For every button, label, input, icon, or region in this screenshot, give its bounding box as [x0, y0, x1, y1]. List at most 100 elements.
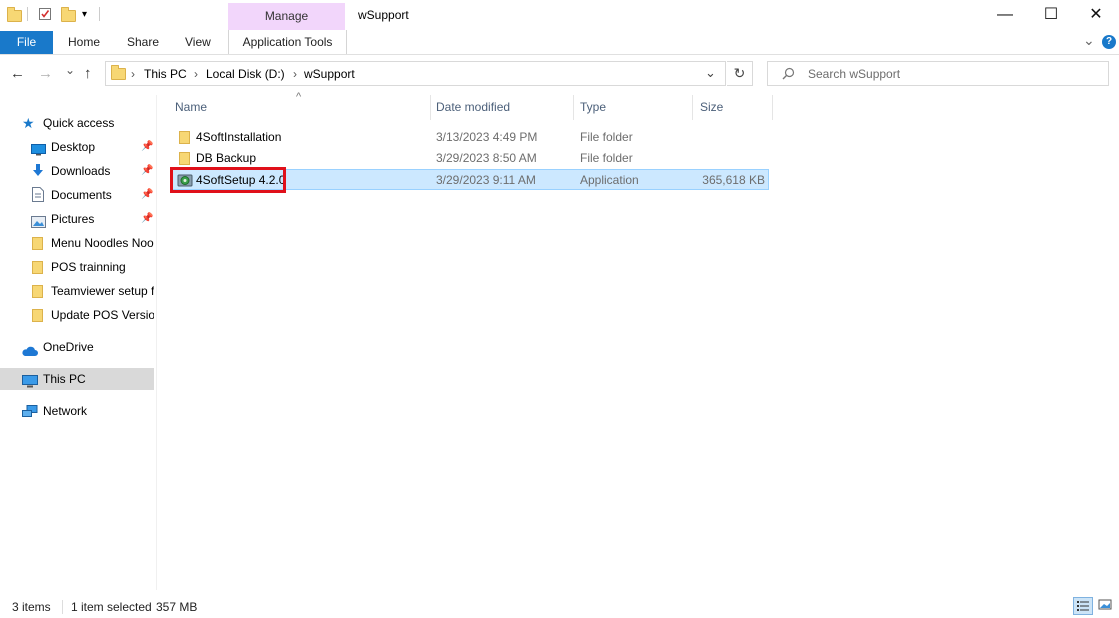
nav-network[interactable]: Network — [0, 400, 154, 422]
breadcrumb-separator: › — [194, 67, 198, 81]
tab-application-tools[interactable]: Application Tools — [228, 30, 347, 54]
nav-downloads[interactable]: Downloads 📌 — [0, 160, 154, 182]
folder-icon — [111, 65, 126, 80]
nav-pictures[interactable]: Pictures 📌 — [0, 208, 154, 230]
tab-file[interactable]: File — [0, 31, 53, 54]
column-header-name[interactable]: Name — [175, 100, 207, 114]
nav-folder-menu-noodles[interactable]: Menu Noodles Noo — [0, 232, 154, 254]
maximize-button[interactable]: ☐ — [1028, 0, 1074, 30]
status-selection-size: 357 MB — [156, 600, 198, 614]
column-header-size[interactable]: Size — [700, 100, 723, 114]
highlight-box — [170, 167, 286, 193]
nav-this-pc[interactable]: This PC — [0, 368, 154, 390]
desktop-icon — [31, 141, 46, 158]
details-view-icon — [1077, 601, 1089, 611]
recent-locations-button[interactable]: ⌄ — [65, 63, 75, 77]
nav-folder-pos-trainning[interactable]: POS trainning — [0, 256, 154, 278]
sort-ascending-icon: ^ — [296, 91, 302, 103]
file-type: Application — [580, 173, 639, 187]
breadcrumb-separator: › — [293, 67, 297, 81]
folder-icon — [179, 131, 190, 144]
expand-ribbon-icon[interactable]: ⌄ — [1083, 32, 1095, 49]
pin-icon[interactable]: 📌 — [141, 160, 153, 182]
computer-icon — [22, 373, 38, 390]
new-folder-icon[interactable] — [61, 7, 76, 22]
large-icons-view-button[interactable] — [1097, 597, 1117, 615]
star-icon: ★ — [22, 115, 35, 131]
search-box[interactable]: Search wSupport — [767, 61, 1109, 86]
file-name: 4SoftInstallation — [196, 130, 282, 144]
up-button[interactable]: ↑ — [84, 65, 92, 82]
nav-label: Documents — [51, 188, 112, 202]
documents-icon — [32, 187, 44, 206]
pin-icon[interactable]: 📌 — [141, 184, 153, 206]
tab-share[interactable]: Share — [127, 31, 159, 54]
address-bar[interactable]: › This PC › Local Disk (D:) › wSupport ⌄ — [105, 61, 726, 86]
back-button[interactable]: ← — [10, 65, 25, 82]
nav-label: Downloads — [51, 164, 111, 178]
folder-icon — [7, 7, 22, 22]
column-header-date[interactable]: Date modified — [436, 100, 510, 114]
cloud-icon — [21, 342, 38, 358]
nav-onedrive[interactable]: OneDrive — [0, 336, 154, 358]
status-item-count: 3 items — [12, 600, 51, 614]
nav-folder-update-pos-version[interactable]: Update POS Version — [0, 304, 154, 326]
file-date: 3/29/2023 8:50 AM — [436, 151, 537, 165]
properties-icon[interactable] — [38, 7, 52, 21]
refresh-button[interactable]: ↻ — [727, 61, 753, 86]
file-date: 3/13/2023 4:49 PM — [436, 130, 538, 144]
column-divider[interactable] — [772, 95, 773, 120]
file-type: File folder — [580, 151, 633, 165]
nav-quick-access[interactable]: ★ Quick access — [0, 112, 154, 134]
column-divider[interactable] — [430, 95, 431, 120]
nav-desktop[interactable]: Desktop 📌 — [0, 136, 154, 158]
customize-quick-access-icon[interactable]: ▾ — [82, 9, 87, 20]
forward-button[interactable]: → — [38, 65, 53, 82]
minimize-button[interactable]: — — [982, 0, 1028, 30]
network-icon — [22, 404, 38, 422]
folder-icon — [32, 261, 43, 274]
divider — [99, 7, 100, 21]
search-icon — [782, 67, 795, 83]
ribbon-divider — [0, 54, 1119, 55]
file-name: DB Backup — [196, 151, 257, 165]
nav-label: POS trainning — [51, 260, 126, 274]
downloads-icon — [31, 163, 45, 182]
help-icon[interactable]: ? — [1102, 35, 1116, 49]
details-view-button[interactable] — [1073, 597, 1093, 615]
close-button[interactable]: ✕ — [1073, 0, 1119, 30]
divider — [27, 7, 28, 21]
search-input[interactable]: Search wSupport — [808, 67, 900, 81]
nav-label: Teamviewer setup fo — [51, 284, 154, 298]
folder-icon — [179, 152, 190, 165]
breadcrumb-wsupport[interactable]: wSupport — [304, 67, 355, 81]
status-divider — [62, 600, 63, 614]
folder-icon — [32, 309, 43, 322]
pane-divider — [156, 95, 157, 590]
pin-icon[interactable]: 📌 — [141, 208, 153, 230]
nav-label: Desktop — [51, 140, 96, 154]
file-row[interactable]: DB Backup 3/29/2023 8:50 AM File folder — [171, 148, 769, 169]
nav-label: Quick access — [43, 116, 115, 130]
breadcrumb-local-disk[interactable]: Local Disk (D:) — [206, 67, 285, 81]
file-size: 365,618 KB — [702, 173, 765, 187]
nav-folder-teamviewer-setup[interactable]: Teamviewer setup fo — [0, 280, 154, 302]
pin-icon[interactable]: 📌 — [141, 136, 153, 158]
column-divider[interactable] — [692, 95, 693, 120]
status-selection: 1 item selected — [71, 600, 152, 614]
folder-icon — [32, 285, 43, 298]
column-divider[interactable] — [573, 95, 574, 120]
breadcrumb-this-pc[interactable]: This PC — [144, 67, 187, 81]
breadcrumb-separator: › — [131, 67, 135, 81]
tab-home[interactable]: Home — [68, 31, 100, 54]
nav-documents[interactable]: Documents 📌 — [0, 184, 154, 206]
nav-label: Menu Noodles Noo — [51, 236, 154, 250]
tab-view[interactable]: View — [185, 31, 211, 54]
nav-label: Network — [43, 404, 88, 418]
folder-icon — [32, 237, 43, 250]
file-row[interactable]: 4SoftInstallation 3/13/2023 4:49 PM File… — [171, 127, 769, 148]
column-header-type[interactable]: Type — [580, 100, 606, 114]
window-title: wSupport — [358, 8, 409, 22]
address-dropdown-icon[interactable]: ⌄ — [705, 65, 716, 81]
nav-label: Update POS Version — [51, 308, 154, 322]
